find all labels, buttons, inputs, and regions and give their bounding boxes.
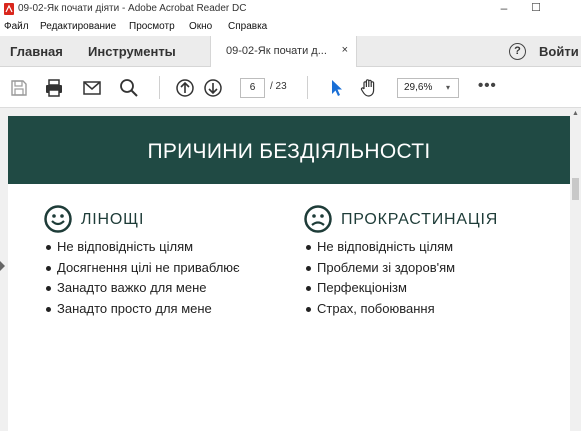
laziness-list: Не відповідність цілям Досягнення цілі н… <box>43 237 283 319</box>
maximize-button[interactable]: ☐ <box>526 1 546 14</box>
tab-home[interactable]: Главная <box>10 44 63 59</box>
list-item: Перфекціонізм <box>303 278 543 299</box>
menu-bar: Файл Редактирование Просмотр Окно Справк… <box>0 18 581 36</box>
signin-button[interactable]: Войти <box>539 44 579 59</box>
menu-help[interactable]: Справка <box>228 21 267 32</box>
slide-banner: ПРИЧИНИ БЕЗДІЯЛЬНОСТІ <box>8 116 570 184</box>
tab-document-label: 09-02-Як почати д... <box>226 45 327 57</box>
next-page-icon[interactable] <box>203 78 223 98</box>
laziness-heading: ЛІНОЩІ <box>81 211 145 228</box>
list-item: Страх, побоювання <box>303 299 543 320</box>
list-item: Проблеми зі здоров'ям <box>303 258 543 279</box>
pdf-page: ПРИЧИНИ БЕЗДІЯЛЬНОСТІ ЛІНОЩІ Не відповід… <box>8 116 570 431</box>
document-viewer[interactable]: ПРИЧИНИ БЕЗДІЯЛЬНОСТІ ЛІНОЩІ Не відповід… <box>0 108 581 431</box>
scrollbar-thumb[interactable] <box>572 178 579 200</box>
acrobat-app-icon <box>4 3 14 15</box>
minimize-button[interactable]: – <box>494 1 514 15</box>
slide-title: ПРИЧИНИ БЕЗДІЯЛЬНОСТІ <box>147 140 431 163</box>
smiley-happy-icon <box>44 205 72 233</box>
select-cursor-icon[interactable] <box>327 78 347 98</box>
list-item: Досягнення цілі не приваблює <box>43 258 283 279</box>
title-bar: 09-02-Як почати діяти - Adobe Acrobat Re… <box>0 0 581 18</box>
print-icon[interactable] <box>44 78 64 98</box>
menu-edit[interactable]: Редактирование <box>40 21 116 32</box>
list-item: Не відповідність цілям <box>303 237 543 258</box>
list-item: Занадто просто для мене <box>43 299 283 320</box>
email-icon[interactable] <box>82 78 102 98</box>
scroll-up-icon[interactable]: ▲ <box>572 110 579 117</box>
search-icon[interactable] <box>119 78 139 98</box>
menu-window[interactable]: Окно <box>189 21 212 32</box>
more-tools-icon[interactable]: ••• <box>478 77 497 94</box>
procrastination-heading: ПРОКРАСТИНАЦІЯ <box>341 211 499 228</box>
menu-file[interactable]: Файл <box>4 21 29 32</box>
help-icon[interactable]: ? <box>509 43 526 60</box>
hand-tool-icon[interactable] <box>359 78 379 98</box>
smiley-sad-icon <box>304 205 332 233</box>
chevron-down-icon: ▾ <box>446 83 451 92</box>
save-icon[interactable] <box>9 78 29 98</box>
previous-page-icon[interactable] <box>175 78 195 98</box>
toolbar-divider <box>307 76 308 99</box>
page-number-input[interactable]: 6 <box>240 78 265 98</box>
toolbar: 6 / 23 29,6% ▾ ••• <box>0 67 581 108</box>
procrastination-list: Не відповідність цілям Проблеми зі здоро… <box>303 237 543 319</box>
zoom-select[interactable]: 29,6% ▾ <box>397 78 459 98</box>
menu-view[interactable]: Просмотр <box>129 21 175 32</box>
procrastination-column: ПРОКРАСТИНАЦІЯ Не відповідність цілям Пр… <box>303 204 543 319</box>
page-total: / 23 <box>270 81 287 92</box>
list-item: Не відповідність цілям <box>43 237 283 258</box>
laziness-column: ЛІНОЩІ Не відповідність цілям Досягнення… <box>43 204 283 319</box>
tab-document[interactable]: 09-02-Як почати д... × <box>210 36 357 67</box>
toolbar-divider <box>159 76 160 99</box>
tab-tools[interactable]: Инструменты <box>88 44 176 59</box>
tab-bar: Главная Инструменты 09-02-Як почати д...… <box>0 36 581 67</box>
close-tab-icon[interactable]: × <box>342 44 348 56</box>
zoom-value: 29,6% <box>404 82 433 93</box>
list-item: Занадто важко для мене <box>43 278 283 299</box>
side-panel-toggle-icon[interactable] <box>0 261 5 271</box>
window-title: 09-02-Як почати діяти - Adobe Acrobat Re… <box>18 3 247 14</box>
vertical-scrollbar[interactable]: ▲ <box>570 108 581 431</box>
